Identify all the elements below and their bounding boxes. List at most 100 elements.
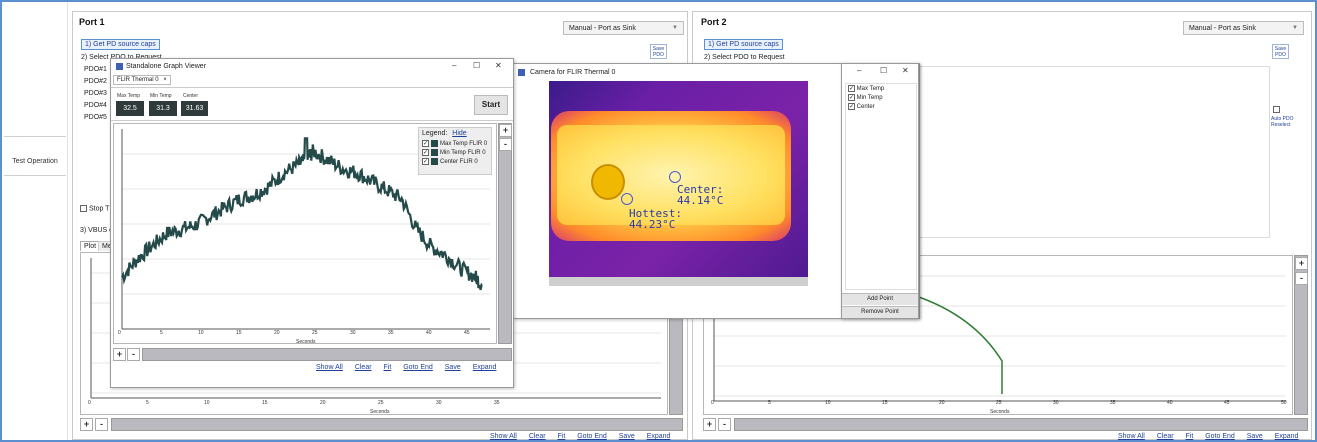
x-tick: 20 bbox=[320, 400, 326, 406]
list-item[interactable]: PDO#1 bbox=[84, 66, 107, 78]
minimize-icon[interactable]: – bbox=[452, 61, 456, 70]
port2-horizontal-scrollbar[interactable] bbox=[734, 418, 1308, 431]
clear-link[interactable]: Clear bbox=[355, 364, 372, 371]
tab-flir-thermal[interactable]: FLIR Thermal 0 × bbox=[113, 75, 171, 85]
port2-mode-value: Manual - Port as Sink bbox=[1189, 25, 1256, 32]
show-all-link[interactable]: Show All bbox=[316, 364, 343, 371]
expand-link[interactable]: Expand bbox=[1275, 433, 1299, 440]
camera-window-title: Camera for FLIR Thermal 0 bbox=[530, 69, 616, 76]
save-link[interactable]: Save bbox=[445, 364, 461, 371]
fit-link[interactable]: Fit bbox=[558, 433, 566, 440]
show-all-link[interactable]: Show All bbox=[490, 433, 517, 440]
show-all-link[interactable]: Show All bbox=[1118, 433, 1145, 440]
minimize-icon[interactable]: – bbox=[857, 66, 861, 75]
port1-pdo-list: PDO#1 PDO#2 PDO#3 PDO#4 PDO#5 bbox=[84, 66, 107, 126]
legend-item[interactable]: ✓ Min Temp FLIR 0 bbox=[419, 148, 491, 157]
list-item[interactable]: ✓ Min Temp bbox=[846, 93, 916, 102]
port1-plot-links: Show All Clear Fit Goto End Save Expand bbox=[480, 433, 670, 440]
maximize-icon[interactable]: ☐ bbox=[473, 61, 480, 70]
chevron-down-icon: ▼ bbox=[1292, 25, 1298, 31]
goto-end-link[interactable]: Goto End bbox=[1205, 433, 1235, 440]
clear-link[interactable]: Clear bbox=[529, 433, 546, 440]
graph-viewer-zoom-out-button[interactable]: - bbox=[499, 138, 512, 151]
checkbox-checked-icon: ✓ bbox=[848, 94, 855, 102]
close-icon[interactable]: ✕ bbox=[902, 66, 909, 75]
expand-link[interactable]: Expand bbox=[647, 433, 671, 440]
port2-curve bbox=[915, 295, 1003, 394]
maximize-icon[interactable]: ☐ bbox=[880, 66, 887, 75]
hottest-marker bbox=[621, 193, 633, 205]
list-item[interactable]: PDO#2 bbox=[84, 78, 107, 90]
x-tick: 40 bbox=[426, 330, 432, 336]
checkbox-checked-icon: ✓ bbox=[848, 103, 855, 111]
port2-scroll-left-button[interactable]: + bbox=[703, 418, 716, 431]
point-label: Center bbox=[856, 104, 875, 111]
x-tick: 15 bbox=[236, 330, 242, 336]
legend: Legend: Hide ✓ Max Temp FLIR 0 ✓ Min Temp … bbox=[418, 127, 492, 175]
legend-title: Legend: bbox=[422, 130, 448, 137]
graph-viewer-horizontal-scrollbar[interactable] bbox=[142, 348, 512, 361]
expand-link[interactable]: Expand bbox=[473, 364, 497, 371]
goto-end-link[interactable]: Goto End bbox=[403, 364, 433, 371]
goto-end-link[interactable]: Goto End bbox=[577, 433, 607, 440]
nav-item-test-operation[interactable]: Test Operation bbox=[4, 158, 66, 165]
close-icon[interactable]: × bbox=[163, 77, 167, 83]
port1-zoom-in-button[interactable]: + bbox=[80, 418, 93, 431]
x-tick: 35 bbox=[388, 330, 394, 336]
camera-status-bar bbox=[549, 277, 808, 286]
x-tick: 40 bbox=[1167, 400, 1173, 406]
port2-zoom-in-button[interactable]: + bbox=[1295, 257, 1308, 270]
min-temp-value: 31.3 bbox=[149, 101, 177, 116]
port2-zoom-out-button[interactable]: - bbox=[1295, 272, 1308, 285]
port1-mode-value: Manual - Port as Sink bbox=[569, 25, 636, 32]
divider bbox=[111, 120, 513, 121]
clear-link[interactable]: Clear bbox=[1157, 433, 1174, 440]
legend-item[interactable]: ✓ Center FLIR 0 bbox=[419, 157, 491, 166]
save-link[interactable]: Save bbox=[619, 433, 635, 440]
legend-swatch bbox=[431, 158, 438, 166]
list-item[interactable]: PDO#5 bbox=[84, 114, 107, 126]
graph-viewer-scroll-right-button[interactable]: - bbox=[127, 348, 140, 361]
list-item[interactable]: PDO#4 bbox=[84, 102, 107, 114]
x-tick: 10 bbox=[198, 330, 204, 336]
x-tick: 0 bbox=[88, 400, 91, 406]
port2-mode-select[interactable]: Manual - Port as Sink ▼ bbox=[1183, 21, 1304, 35]
graph-viewer-links: Show All Clear Fit Goto End Save Expand bbox=[306, 364, 496, 371]
port1-save-pdo-button[interactable]: Save PDO bbox=[650, 44, 667, 59]
close-icon[interactable]: ✕ bbox=[495, 61, 502, 70]
checkbox-icon bbox=[1273, 106, 1280, 113]
fit-link[interactable]: Fit bbox=[384, 364, 392, 371]
port1-zoom-out-button[interactable]: - bbox=[95, 418, 108, 431]
port1-get-caps-button[interactable]: 1) Get PD source caps bbox=[81, 39, 160, 50]
port2-scroll-right-button[interactable]: - bbox=[718, 418, 731, 431]
remove-point-button[interactable]: Remove Point bbox=[842, 306, 918, 318]
save-link[interactable]: Save bbox=[1247, 433, 1263, 440]
center-marker bbox=[669, 171, 681, 183]
port2-get-caps-button[interactable]: 1) Get PD source caps bbox=[704, 39, 783, 50]
graph-viewer-vertical-scrollbar[interactable] bbox=[498, 123, 512, 344]
center-readout: Center: 44.14°C bbox=[677, 184, 723, 206]
graph-viewer-zoom-in-button[interactable]: + bbox=[499, 124, 512, 137]
port1-horizontal-scrollbar[interactable] bbox=[111, 418, 683, 431]
list-item[interactable]: ✓ Center bbox=[846, 102, 916, 111]
legend-item[interactable]: ✓ Max Temp FLIR 0 bbox=[419, 139, 491, 148]
legend-hide-link[interactable]: Hide bbox=[452, 130, 466, 137]
add-point-button[interactable]: Add Point bbox=[842, 293, 918, 305]
point-label: Min Temp bbox=[856, 95, 883, 102]
graph-viewer-scroll-left-button[interactable]: + bbox=[113, 348, 126, 361]
list-item[interactable]: PDO#3 bbox=[84, 90, 107, 102]
checkbox-checked-icon: ✓ bbox=[422, 140, 429, 147]
port2-auto-pdo-checkbox[interactable] bbox=[1273, 106, 1280, 113]
fit-link[interactable]: Fit bbox=[1186, 433, 1194, 440]
port1-stop-checkbox[interactable]: Stop T bbox=[80, 205, 109, 212]
legend-label: Max Temp FLIR 0 bbox=[440, 141, 488, 148]
port1-mode-select[interactable]: Manual - Port as Sink ▼ bbox=[563, 21, 684, 35]
max-temp-label: Max Temp bbox=[117, 93, 140, 99]
port1-stop-label: Stop T bbox=[88, 205, 110, 213]
legend-label: Min Temp FLIR 0 bbox=[440, 150, 486, 157]
x-tick: 5 bbox=[146, 400, 149, 406]
start-button[interactable]: Start bbox=[474, 95, 508, 115]
port2-save-pdo-button[interactable]: Save PDO bbox=[1272, 44, 1289, 59]
x-tick: 45 bbox=[1224, 400, 1230, 406]
list-item[interactable]: ✓ Max Temp bbox=[846, 84, 916, 93]
